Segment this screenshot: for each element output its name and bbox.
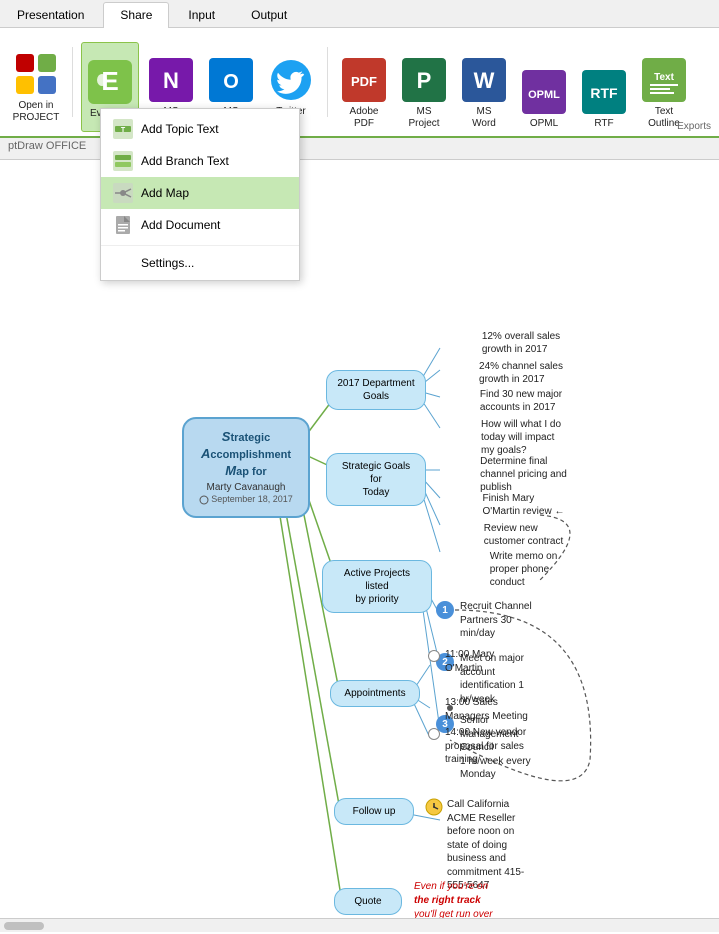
branch-2017-dept-goals: 2017 DepartmentGoals — [326, 370, 426, 410]
rtf-icon: RTF — [580, 68, 628, 116]
svg-text:Text: Text — [654, 72, 674, 83]
add-document-label: Add Document — [141, 218, 220, 232]
word-icon: W — [460, 56, 508, 104]
rtf-button[interactable]: RTF RTF — [576, 42, 632, 132]
project-icon — [12, 50, 60, 98]
svg-text:P: P — [417, 68, 432, 93]
add-document-item[interactable]: Add Document — [101, 209, 299, 241]
twitter-icon — [267, 56, 315, 104]
leaf-1400-text: 14:00 New vendorproposal for salestraini… — [445, 726, 526, 767]
branch-appointments: Appointments — [330, 680, 420, 707]
msproject-label: MSProject — [408, 106, 439, 130]
open-in-project-button[interactable]: Open inPROJECT — [8, 42, 64, 132]
add-branch-text-label: Add Branch Text — [141, 154, 229, 168]
leaf-mary-review: Finish MaryO'Martin review ← — [436, 492, 611, 518]
add-topic-text-label: Add Topic Text — [141, 122, 219, 136]
ribbon-tabs: Presentation Share Input Output — [0, 0, 719, 28]
onenote-icon: N — [147, 56, 195, 104]
leaf-30-accounts: Find 30 new majoraccounts in 2017 — [436, 388, 606, 414]
opml-button[interactable]: OPML OPML — [516, 42, 572, 132]
scroll-thumb[interactable] — [4, 922, 44, 930]
leaf-1300-text: 13:00 SalesManagers Meeting — [445, 696, 528, 723]
settings-label: Settings... — [141, 256, 194, 270]
pdf-icon: PDF — [340, 56, 388, 104]
text-outline-label: TextOutline — [648, 106, 680, 130]
clock-icon — [425, 798, 443, 819]
leaf-project-1-text: Recruit ChannelPartners 30min/day — [460, 600, 532, 641]
tab-share[interactable]: Share — [103, 2, 169, 28]
bullet-1100 — [428, 650, 440, 662]
svg-text:OPML: OPML — [528, 89, 560, 101]
tab-output[interactable]: Output — [234, 2, 304, 27]
tab-input[interactable]: Input — [171, 2, 232, 27]
add-map-label: Add Map — [141, 186, 189, 200]
ms-word-button[interactable]: W MSWord — [456, 42, 512, 132]
opml-icon: OPML — [520, 68, 568, 116]
sep2 — [327, 47, 328, 117]
svg-text:N: N — [163, 68, 179, 93]
svg-text:RTF: RTF — [590, 85, 618, 101]
leaf-1400: 14:00 New vendorproposal for salestraini… — [428, 726, 526, 767]
leaf-1100-text: 11:00 MaryO'Martin — [445, 648, 494, 675]
branch-follow-up: Follow up — [334, 798, 414, 825]
menu-divider — [101, 245, 299, 246]
status-text: ptDraw OFFICE — [8, 140, 86, 152]
scrollbar-bottom[interactable] — [0, 918, 719, 932]
branch-icon — [113, 151, 133, 171]
exports-label: Exports — [677, 121, 711, 132]
leaf-follow-up: Call CaliforniaACME Resellerbefore noon … — [425, 798, 524, 893]
leaf-1300: 13:00 SalesManagers Meeting — [428, 696, 528, 723]
add-topic-text-item[interactable]: T Add Topic Text — [101, 113, 299, 145]
svg-text:W: W — [474, 68, 495, 93]
open-in-project-label: Open inPROJECT — [13, 100, 60, 124]
bullet-1400 — [428, 728, 440, 740]
svg-text:O: O — [223, 71, 239, 93]
leaf-24pct-sales: 24% channel salesgrowth in 2017 — [436, 360, 606, 386]
branch-strategic-goals: Strategic Goals forToday — [326, 453, 426, 506]
sep1 — [72, 47, 73, 117]
leaf-impact-goals: How will what I dotoday will impactmy go… — [436, 418, 606, 457]
word-label: MSWord — [472, 106, 496, 130]
svg-text:T: T — [121, 127, 126, 134]
branch-quote: Quote — [334, 888, 402, 915]
topic-icon: T — [113, 119, 133, 139]
msproject-icon: P — [400, 56, 448, 104]
pdf-label: AdobePDF — [350, 106, 379, 130]
map-icon — [113, 183, 133, 203]
adobe-pdf-button[interactable]: PDF AdobePDF — [336, 42, 392, 132]
dropdown-menu: T Add Topic Text Add Branch Text Add Map — [100, 108, 300, 281]
ms-project-button[interactable]: P MSProject — [396, 42, 452, 132]
leaf-follow-up-text: Call CaliforniaACME Resellerbefore noon … — [447, 798, 524, 893]
text-outline-icon: Text — [640, 56, 688, 104]
leaf-phone-memo: Write memo onproper phoneconduct — [436, 550, 611, 589]
spacer-1300 — [428, 698, 440, 710]
tab-presentation[interactable]: Presentation — [0, 2, 101, 27]
leaf-channel-pricing: Determine finalchannel pricing andpublis… — [436, 455, 611, 494]
outlook-icon: O — [207, 56, 255, 104]
add-branch-text-item[interactable]: Add Branch Text — [101, 145, 299, 177]
leaf-project-1: 1 Recruit ChannelPartners 30min/day — [436, 600, 532, 641]
leaf-1100: 11:00 MaryO'Martin — [428, 648, 494, 675]
rtf-label: RTF — [594, 118, 613, 130]
text-outline-button[interactable]: Text TextOutline — [636, 42, 692, 132]
evernote-icon: E — [86, 58, 134, 106]
center-node: Strategic Accomplishment Map for Marty C… — [182, 417, 310, 518]
settings-item[interactable]: Settings... — [101, 250, 299, 276]
leaf-12pct-sales: 12% overall salesgrowth in 2017 — [436, 330, 606, 356]
branch-active-projects: Active Projects listedby priority — [322, 560, 432, 613]
opml-label: OPML — [530, 118, 558, 130]
badge-1: 1 — [436, 601, 454, 619]
leaf-customer-contract: Review newcustomer contract — [436, 522, 611, 548]
add-map-item[interactable]: Add Map — [101, 177, 299, 209]
document-icon — [113, 215, 133, 235]
svg-text:PDF: PDF — [351, 74, 377, 89]
